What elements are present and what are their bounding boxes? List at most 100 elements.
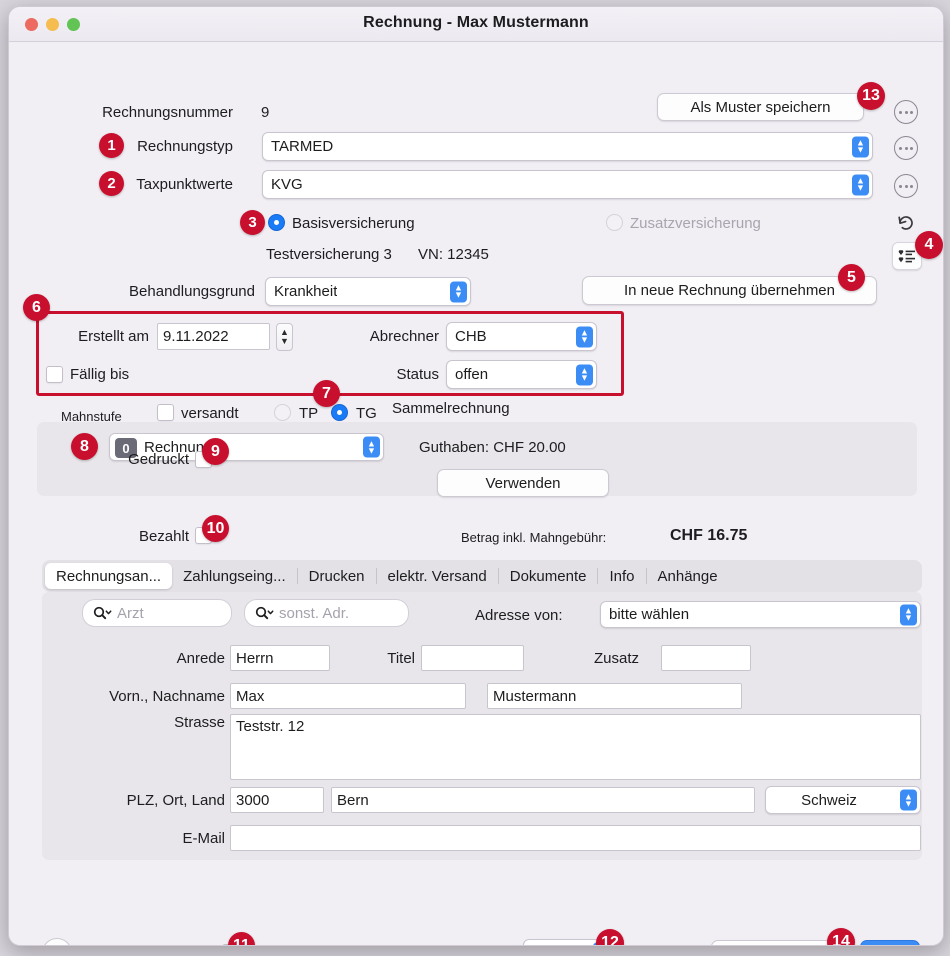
street-field[interactable]: Teststr. 12 xyxy=(230,714,921,780)
annotation-badge-14: 14 xyxy=(827,928,855,945)
save-as-template-button[interactable]: Als Muster speichern xyxy=(657,93,864,121)
invoice-number-label: Rechnungsnummer xyxy=(102,104,233,121)
other-address-search-input[interactable]: sonst. Adr. xyxy=(244,599,409,627)
amount-value: CHF 16.75 xyxy=(670,527,748,544)
ok-button[interactable]: OK xyxy=(860,940,920,945)
tab-bar: Rechnungsan... Zahlungseing... Drucken e… xyxy=(42,560,922,592)
name-label: Vorn., Nachname xyxy=(109,688,225,705)
chevron-updown-icon: ▲▼ xyxy=(900,789,917,811)
radio-basisversicherung[interactable] xyxy=(268,214,285,231)
annotation-badge-11: 11 xyxy=(228,932,255,945)
invoice-window: Rechnung - Max Mustermann Rechnungsnumme… xyxy=(8,6,944,946)
credit-text: Guthaben: CHF 20.00 xyxy=(419,439,566,456)
status-select[interactable]: offen ▲ ▼ xyxy=(446,360,597,389)
address-from-select[interactable]: bitte wählen ▲ ▼ xyxy=(600,601,921,628)
taxpoint-value: KVG xyxy=(271,176,303,193)
more-options-icon-3[interactable] xyxy=(894,174,918,198)
biller-label: Abrechner xyxy=(369,328,439,345)
radio-tg[interactable] xyxy=(331,404,348,421)
chevron-updown-icon: ▲▼ xyxy=(450,281,467,302)
annotation-badge-1: 1 xyxy=(99,133,124,158)
title-bar: Rechnung - Max Mustermann xyxy=(9,7,943,42)
extra-field[interactable] xyxy=(661,645,751,671)
created-on-field[interactable]: 9.11.2022 xyxy=(157,323,270,350)
title-field[interactable] xyxy=(421,645,524,671)
annotation-badge-9: 9 xyxy=(202,438,229,465)
sent-label: versandt xyxy=(181,405,239,422)
chevron-updown-icon: ▲▼ xyxy=(576,326,593,347)
street-label: Strasse xyxy=(174,714,225,731)
chevron-updown-icon: ▲▼ xyxy=(852,174,869,195)
sent-checkbox[interactable] xyxy=(157,404,174,421)
taxpoint-select[interactable]: KVG ▲ ▼ xyxy=(262,170,873,199)
more-options-icon-1[interactable] xyxy=(894,100,918,124)
annotation-badge-10: 10 xyxy=(202,515,229,542)
chevron-updown-icon: ▲▼ xyxy=(576,364,593,385)
printed-label: Gedruckt xyxy=(128,451,189,468)
basisversicherung-label: Basisversicherung xyxy=(292,215,415,232)
radio-zusatzversicherung[interactable] xyxy=(606,214,623,231)
help-button[interactable]: ? xyxy=(42,938,72,945)
salutation-field[interactable]: Herrn xyxy=(230,645,330,671)
radio-tp[interactable] xyxy=(274,404,291,421)
search-chevron-icon xyxy=(93,606,112,620)
tab-rechnungsanschrift[interactable]: Rechnungsan... xyxy=(45,563,173,589)
zip-field[interactable]: 3000 xyxy=(230,787,324,813)
annotation-badge-2: 2 xyxy=(99,171,124,196)
biller-select[interactable]: CHB ▲ ▼ xyxy=(446,322,597,351)
created-on-label: Erstellt am xyxy=(78,328,149,345)
annotation-badge-13: 13 xyxy=(857,82,885,110)
chevron-updown-icon: ▲▼ xyxy=(900,604,917,625)
due-date-checkbox[interactable] xyxy=(46,366,63,383)
invoice-number-value: 9 xyxy=(261,104,270,121)
refresh-icon[interactable] xyxy=(895,212,917,234)
window-body: Rechnungsnummer 9 Als Muster speichern 1… xyxy=(9,42,943,945)
biller-value: CHB xyxy=(455,328,487,345)
doctor-search-input[interactable]: Arzt xyxy=(82,599,232,627)
more-options-icon-2[interactable] xyxy=(894,136,918,160)
email-field[interactable] xyxy=(230,825,921,851)
use-button[interactable]: Verwenden xyxy=(437,469,609,497)
zip-city-country-label: PLZ, Ort, Land xyxy=(126,792,225,809)
facility-value: CHB xyxy=(524,945,564,946)
insurance-number: VN: 12345 xyxy=(418,246,489,263)
tab-elektr-versand[interactable]: elektr. Versand xyxy=(377,563,498,589)
treatment-reason-select[interactable]: Krankheit ▲ ▼ xyxy=(265,277,471,306)
tab-drucken[interactable]: Drucken xyxy=(298,563,376,589)
tg-label: TG xyxy=(356,405,377,422)
address-from-label: Adresse von: xyxy=(475,607,563,624)
transfer-to-new-invoice-button[interactable]: In neue Rechnung übernehmen xyxy=(582,276,877,305)
insurer-name: Testversicherung 3 xyxy=(266,246,392,263)
city-field[interactable]: Bern xyxy=(331,787,755,813)
invoice-type-select[interactable]: TARMED ▲ ▼ xyxy=(262,132,873,161)
annotation-badge-3: 3 xyxy=(240,210,265,235)
amount-label: Betrag inkl. Mahngebühr: xyxy=(461,530,607,545)
invoice-type-value: TARMED xyxy=(271,138,334,155)
tab-zahlungseingang[interactable]: Zahlungseing... xyxy=(172,563,297,589)
tp-label: TP xyxy=(299,405,319,422)
status-value: offen xyxy=(455,366,489,383)
created-on-stepper[interactable]: ▲ ▼ xyxy=(276,323,293,351)
facility-label: Betriebsstätte xyxy=(400,945,492,946)
tab-info[interactable]: Info xyxy=(598,563,645,589)
doctor-search-placeholder: Arzt xyxy=(117,604,144,622)
firstname-field[interactable]: Max xyxy=(230,683,466,709)
due-date-label: Fällig bis xyxy=(70,366,130,383)
annotation-badge-12: 12 xyxy=(596,929,624,945)
title-label: Titel xyxy=(387,650,415,667)
tab-anhaenge[interactable]: Anhänge xyxy=(647,563,729,589)
chevron-updown-icon: ▲▼ xyxy=(363,436,380,458)
annotation-badge-5: 5 xyxy=(838,264,865,291)
country-value: Schweiz xyxy=(801,791,857,809)
annotation-badge-8: 8 xyxy=(71,433,98,460)
tab-dokumente[interactable]: Dokumente xyxy=(499,563,598,589)
paid-label: Bezahlt xyxy=(138,528,189,545)
treatment-reason-value: Krankheit xyxy=(274,283,338,300)
lastname-field[interactable]: Mustermann xyxy=(487,683,742,709)
country-select[interactable]: Schweiz ▲ ▼ xyxy=(765,786,921,814)
annotation-badge-7: 7 xyxy=(313,380,340,407)
window-title: Rechnung - Max Mustermann xyxy=(363,14,589,31)
chevron-updown-icon: ▲▼ xyxy=(852,136,869,157)
email-label: E-Mail xyxy=(182,830,225,847)
search-chevron-icon xyxy=(255,606,274,620)
